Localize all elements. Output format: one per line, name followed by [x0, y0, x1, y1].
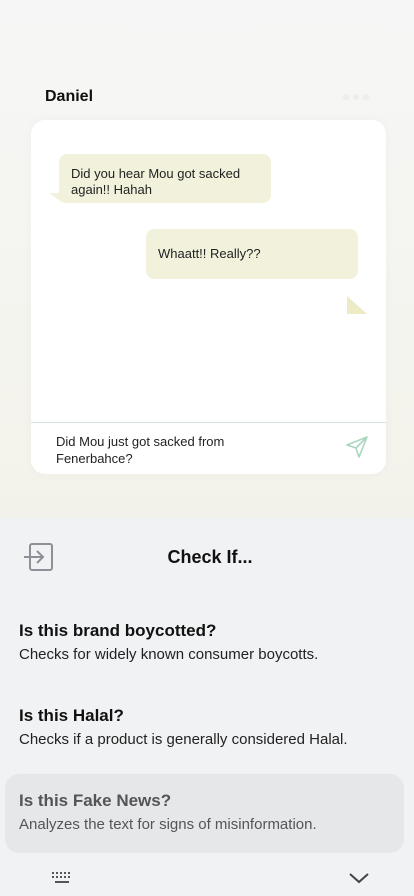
sheet-title: Check If... — [167, 547, 253, 567]
keyboard-icon[interactable] — [51, 871, 73, 885]
more-options-icon[interactable] — [343, 94, 369, 100]
option-title: Is this Fake News? — [19, 791, 172, 810]
chevron-down-icon[interactable] — [348, 871, 370, 885]
input-divider — [31, 422, 386, 423]
incoming-message: Did you hear Mou got sacked again!! Haha… — [59, 154, 271, 203]
conversation-card: Did you hear Mou got sacked again!! Haha… — [31, 120, 386, 474]
option-brand-boycott[interactable]: Is this brand boycotted? Checks for wide… — [19, 621, 395, 664]
chat-area: Daniel Did you hear Mou got sacked again… — [0, 0, 414, 520]
option-description: Checks if a product is generally conside… — [19, 731, 348, 748]
option-halal[interactable]: Is this Halal? Checks if a product is ge… — [19, 706, 395, 749]
option-description: Analyzes the text for signs of misinform… — [19, 816, 317, 833]
outgoing-message: Whaatt!! Really?? — [146, 229, 358, 279]
check-if-sheet: Check If... Is this brand boycotted? Che… — [0, 518, 414, 896]
outgoing-bubble-tail — [347, 296, 367, 314]
option-title: Is this Halal? — [19, 706, 124, 725]
option-title: Is this brand boycotted? — [19, 621, 217, 640]
contact-name: Daniel — [45, 88, 94, 105]
option-description: Checks for widely known consumer boycott… — [19, 646, 319, 663]
message-input[interactable]: Did Mou just got sacked from Fenerbahce? — [56, 433, 286, 467]
option-fake-news[interactable]: Is this Fake News? Analyzes the text for… — [19, 791, 395, 834]
send-icon[interactable] — [345, 435, 369, 459]
